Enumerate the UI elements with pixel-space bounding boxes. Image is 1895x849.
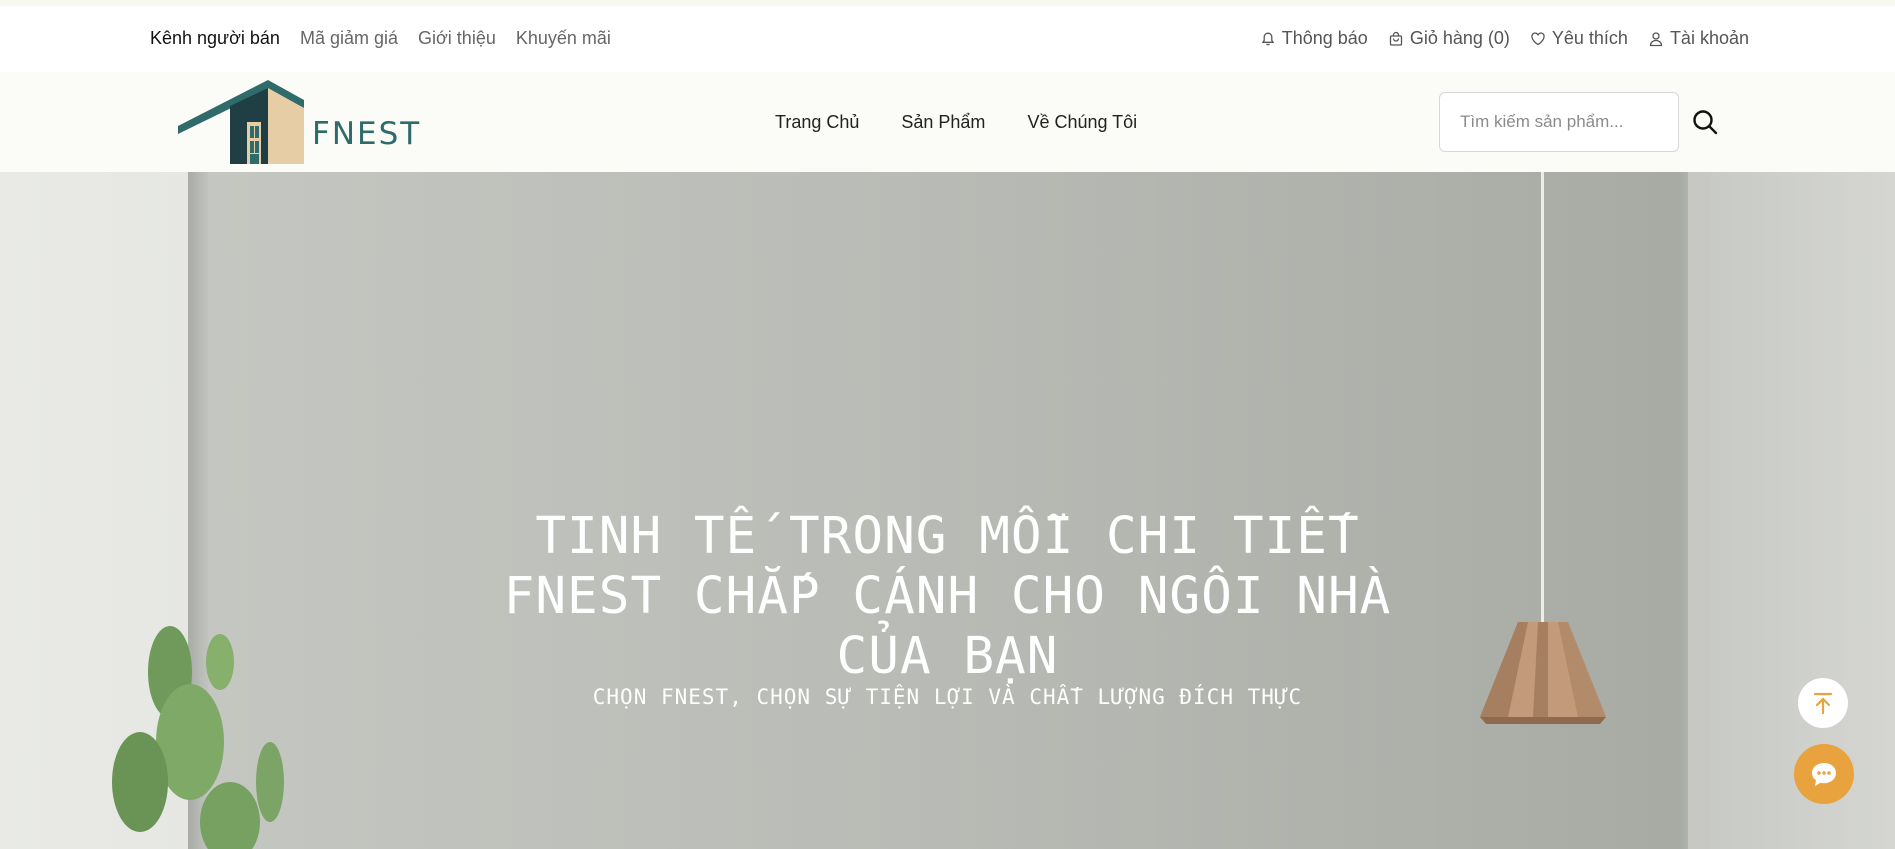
nav-about-us[interactable]: Về Chúng Tôi [1027,112,1137,133]
wishlist-label: Yêu thích [1551,28,1628,48]
main-nav: Trang Chủ Sản Phẩm Về Chúng Tôi [775,112,1137,133]
hero-heading-line-2: FNEST CHẮP CÁNH CHO NGÔI NHÀ [503,567,1392,626]
notifications-link[interactable]: Thông báo [1260,28,1368,49]
hero-subtitle: CHỌN FNEST, CHỌN SỰ TIỆN LỢI VÀ CHẤT LƯỢ… [592,685,1303,709]
notifications-label: Thông báo [1281,28,1368,48]
chat-button[interactable] [1794,744,1854,804]
search-input[interactable] [1440,93,1678,151]
link-seller-channel[interactable]: Kênh người bán [150,28,280,49]
hero-heading-line-1: TINH TẾ TRONG MỖI CHI TIẾT [535,507,1360,566]
search-button[interactable] [1690,108,1720,138]
search-box [1439,92,1679,152]
wishlist-link[interactable]: Yêu thích [1530,28,1628,49]
arrow-up-to-line-icon [1813,692,1833,715]
top-utility-nav: Kênh người bán Mã giảm giá Giới thiệu Kh… [150,28,611,49]
back-to-top-button[interactable] [1798,678,1848,728]
main-header: FNEST Trang Chủ Sản Phẩm Về Chúng Tôi [0,72,1895,172]
cart-link[interactable]: Giỏ hàng (0) [1388,28,1510,49]
search-icon [1693,110,1718,135]
account-link[interactable]: Tài khoản [1648,28,1749,49]
cart-label: Giỏ hàng (0) [1409,28,1510,48]
heart-icon [1531,31,1545,45]
nav-home[interactable]: Trang Chủ [775,112,859,133]
shopping-bag-icon [1389,31,1402,46]
brand-name: FNEST [312,116,422,152]
link-discount-codes[interactable]: Mã giảm giá [300,28,398,49]
chat-bubble-icon [1812,763,1836,786]
link-promotions[interactable]: Khuyến mãi [516,28,611,49]
bell-icon [1261,32,1274,45]
account-label: Tài khoản [1669,28,1749,48]
hero-heading-block: TINH TẾ TRONG MỖI CHI TIẾT FNEST CHẮP CÁ… [0,507,1895,709]
top-utility-bar: Kênh người bán Mã giảm giá Giới thiệu Kh… [0,6,1895,72]
hero-banner: TINH TẾ TRONG MỖI CHI TIẾT FNEST CHẮP CÁ… [0,172,1895,849]
top-utility-actions: Thông báo Giỏ hàng (0) Yêu thích Tài kho… [1260,28,1749,49]
link-about[interactable]: Giới thiệu [418,28,496,49]
hero-heading-line-3: CỦA BẠN [836,627,1059,686]
user-icon [1649,31,1663,46]
nav-products[interactable]: Sản Phẩm [901,112,985,133]
